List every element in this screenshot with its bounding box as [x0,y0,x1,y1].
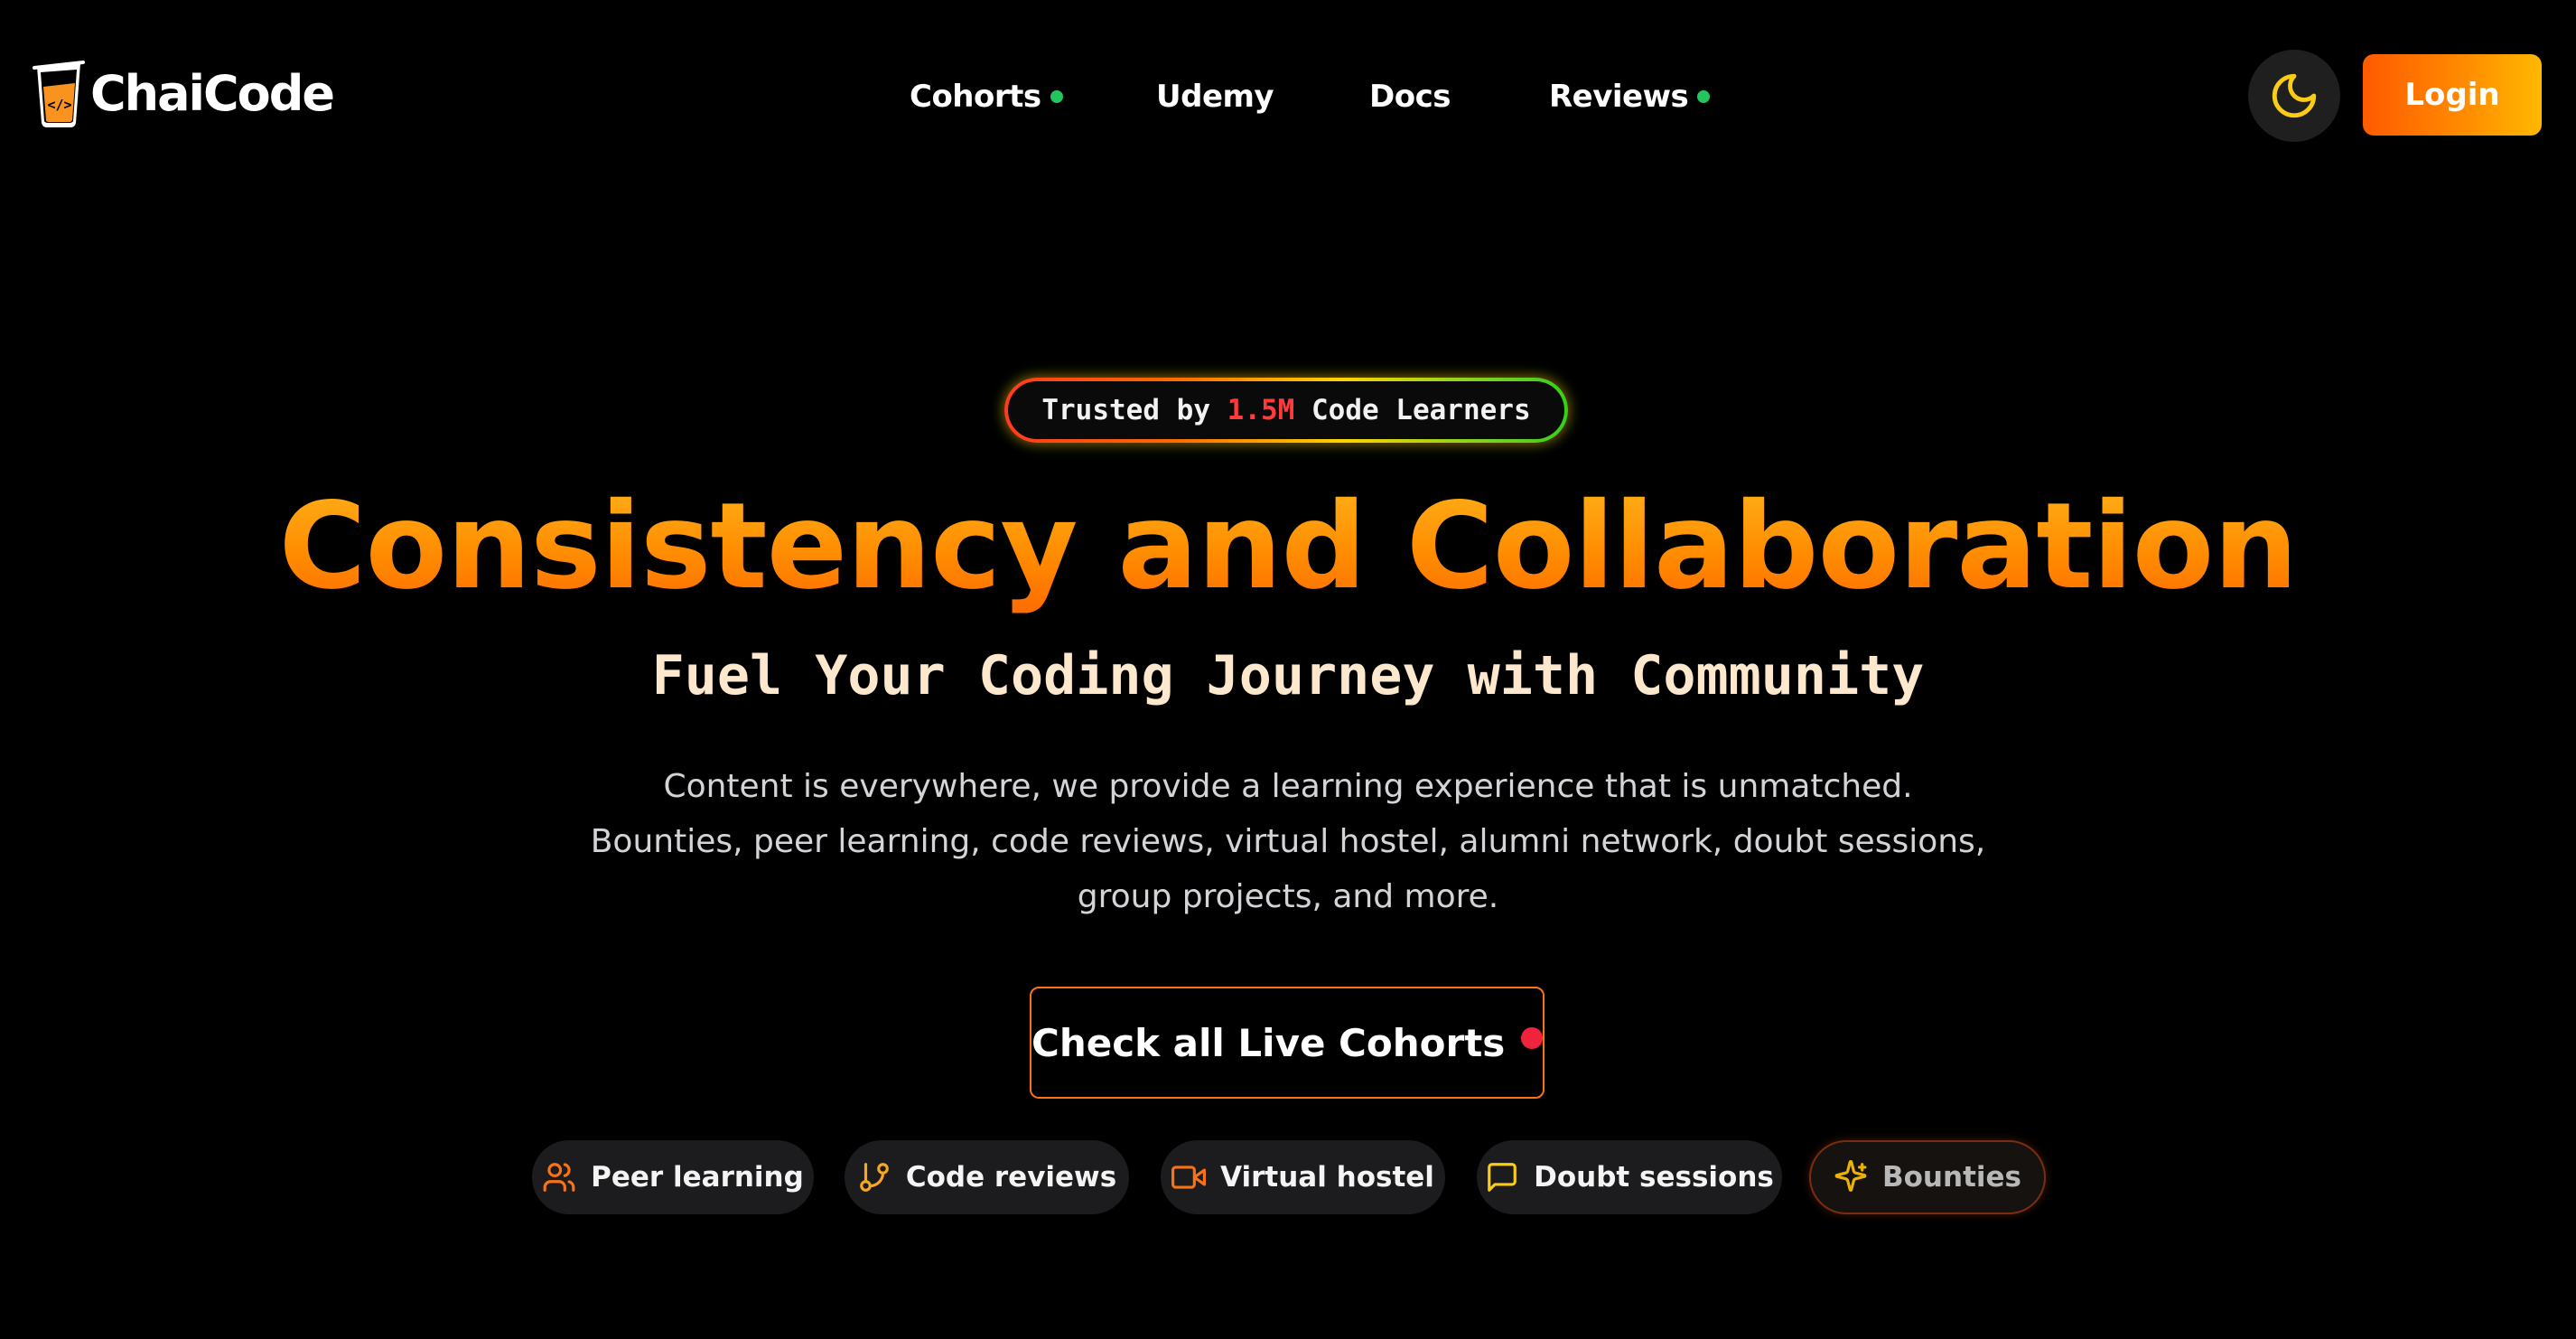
badge-prefix: Trusted by [1041,394,1227,426]
feature-label: Code reviews [905,1161,1117,1194]
description-line: group projects, and more. [1077,878,1499,915]
feature-pill-doubt-sessions[interactable]: Doubt sessions [1477,1140,1782,1214]
cta-label: Check all Live Cohorts [1031,1020,1506,1065]
nav-label: Cohorts [910,79,1041,115]
nav-item-docs[interactable]: Docs [1369,74,1451,119]
learner-count: 1.5M [1227,394,1295,426]
nav-item-cohorts[interactable]: Cohorts [910,74,1063,119]
feature-pill-peer-learning[interactable]: Peer learning [532,1140,814,1214]
status-dot [1697,90,1711,103]
trusted-badge: Trusted by 1.5M Code Learners [1004,378,1568,443]
nav-item-udemy[interactable]: Udemy [1156,74,1274,119]
description-line: Bounties, peer learning, code reviews, v… [590,823,1986,860]
git-branch-icon [859,1163,889,1192]
hero-title: Consistency and Collaboration [0,478,2576,616]
nav-label: Reviews [1549,79,1689,115]
sparkles-icon [1834,1160,1867,1192]
nav-label: Udemy [1156,79,1274,115]
description-line: Content is everywhere, we provide a lear… [663,768,1913,805]
main-nav: Cohorts Udemy Docs Reviews [0,74,2576,119]
hero-description: Content is everywhere, we provide a lear… [0,759,2576,924]
feature-pill-virtual-hostel[interactable]: Virtual hostel [1161,1140,1445,1214]
status-dot [1050,90,1063,103]
video-icon [1171,1166,1207,1189]
feature-pill-bounties[interactable]: Bounties [1809,1140,2046,1214]
nav-label: Docs [1369,79,1451,115]
live-indicator-dot [1521,1027,1543,1049]
users-icon [543,1163,575,1192]
theme-toggle-button[interactable] [2248,50,2340,142]
hero-subtitle: Fuel Your Coding Journey with Community [651,644,1925,707]
check-live-cohorts-button[interactable]: Check all Live Cohorts [1030,987,1545,1099]
moon-icon [2272,73,2317,118]
message-square-icon [1488,1163,1517,1192]
feature-pill-code-reviews[interactable]: Code reviews [845,1140,1129,1214]
page: </> ChaiCode Cohorts Udemy Docs Reviews … [0,0,2576,1339]
feature-label: Bounties [1882,1161,2021,1194]
feature-label: Peer learning [591,1161,804,1194]
nav-item-reviews[interactable]: Reviews [1549,74,1711,119]
feature-label: Doubt sessions [1534,1161,1774,1194]
badge-suffix: Code Learners [1294,394,1531,426]
trusted-badge-inner: Trusted by 1.5M Code Learners [1008,381,1564,439]
feature-label: Virtual hostel [1220,1161,1434,1194]
login-button[interactable]: Login [2363,54,2542,136]
